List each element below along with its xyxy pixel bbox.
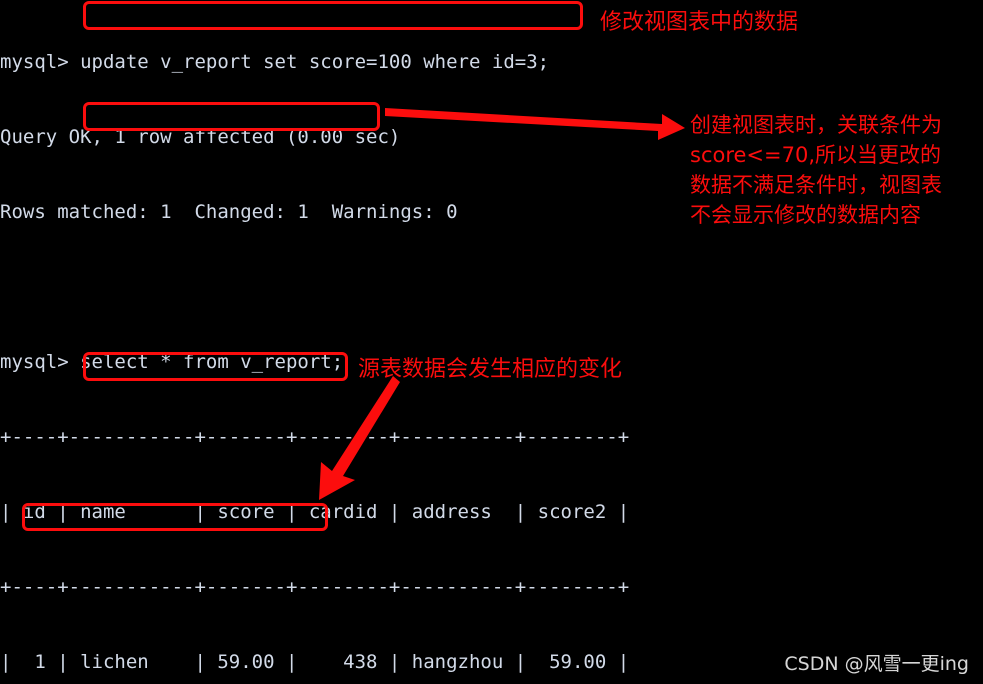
csdn-watermark: CSDN @风雪一更ing — [784, 653, 969, 675]
terminal-output: mysql> update v_report set score=100 whe… — [0, 0, 983, 684]
terminal-screenshot: mysql> update v_report set score=100 whe… — [0, 0, 983, 684]
terminal-line-view-header: | id | name | score | cardid | address |… — [0, 501, 630, 523]
annotation-top-note: 修改视图表中的数据 — [600, 10, 799, 35]
annotation-side-note: 创建视图表时，关联条件为score<=70,所以当更改的数据不满足条件时，视图表… — [690, 113, 942, 227]
terminal-line-view-border-mid: +----+-----------+-------+--------+-----… — [0, 576, 630, 598]
terminal-line-view-border-top: +----+-----------+-------+--------+-----… — [0, 426, 630, 448]
terminal-line-cmd-update: mysql> update v_report set score=100 whe… — [0, 51, 550, 73]
annotation-mid-note: 源表数据会发生相应的变化 — [358, 357, 623, 382]
terminal-line-blank-1 — [0, 275, 983, 300]
